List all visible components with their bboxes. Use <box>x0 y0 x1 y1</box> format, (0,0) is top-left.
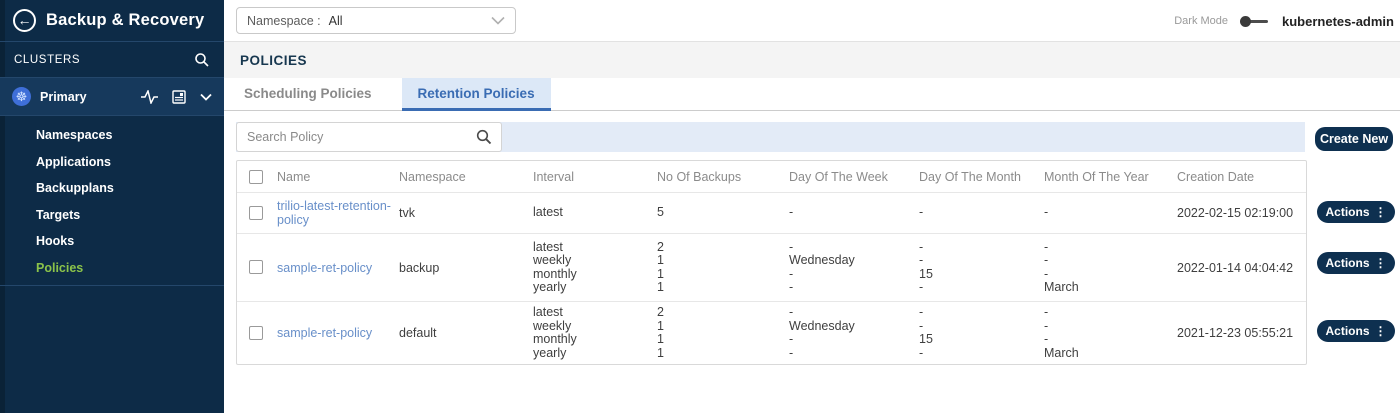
search-icon[interactable] <box>476 129 492 145</box>
sidebar-nav: Namespaces Applications Backupplans Targ… <box>0 122 224 281</box>
namespace-chevron-down-icon <box>491 16 505 25</box>
kebab-menu-icon: ⋮ <box>1375 324 1387 338</box>
search-band <box>236 122 1305 152</box>
cluster-search-icon[interactable] <box>194 52 210 68</box>
actions-button-label: Actions <box>1325 324 1369 338</box>
namespace-select-value: All <box>329 14 491 28</box>
main-area: Namespace : All Dark Mode kubernetes-adm… <box>224 0 1400 413</box>
table-row: sample-ret-policy default latest weekly … <box>237 301 1306 364</box>
cell-namespace: tvk <box>399 206 533 220</box>
activity-icon[interactable] <box>141 90 158 104</box>
report-icon[interactable] <box>172 90 186 104</box>
clusters-section-header: CLUSTERS <box>0 42 224 78</box>
col-header-interval: Interval <box>533 170 657 184</box>
toggle-knob <box>1240 16 1251 27</box>
clusters-label: CLUSTERS <box>14 54 194 66</box>
sidebar-divider <box>0 285 224 286</box>
cell-namespace: backup <box>399 261 533 275</box>
table-row: trilio-latest-retention-policy tvk lates… <box>237 192 1306 233</box>
namespace-select[interactable]: Namespace : All <box>236 7 516 34</box>
cell-no-of-backups: 2 1 1 1 <box>657 306 789 360</box>
kebab-menu-icon: ⋮ <box>1375 256 1387 270</box>
sidebar: ← Backup & Recovery CLUSTERS ☸ Primary <box>0 0 224 413</box>
actions-button-label: Actions <box>1325 256 1369 270</box>
cell-no-of-backups: 5 <box>657 206 789 220</box>
cell-day-of-week: - Wednesday - - <box>789 306 919 360</box>
topbar-right: Dark Mode kubernetes-admin <box>1174 0 1394 42</box>
table-header-row: Name Namespace Interval No Of Backups Da… <box>237 161 1306 192</box>
table-row: sample-ret-policy backup latest weekly m… <box>237 233 1306 301</box>
page-title: POLICIES <box>240 53 307 68</box>
dark-mode-toggle[interactable] <box>1240 15 1270 27</box>
tab-scheduling-policies[interactable]: Scheduling Policies <box>228 78 388 111</box>
namespace-select-label: Namespace : <box>247 14 321 28</box>
actions-button-label: Actions <box>1325 205 1369 219</box>
cell-creation-date: 2022-02-15 02:19:00 <box>1177 206 1306 220</box>
sidebar-item-namespaces[interactable]: Namespaces <box>0 122 224 149</box>
cluster-name: Primary <box>40 90 141 104</box>
sidebar-item-policies[interactable]: Policies <box>0 255 224 282</box>
policy-name-link[interactable]: sample-ret-policy <box>277 326 399 340</box>
user-name: kubernetes-admin <box>1282 14 1394 29</box>
cell-month-of-year: - - - March <box>1044 241 1177 295</box>
col-header-month-of-year: Month Of The Year <box>1044 170 1177 184</box>
cell-day-of-week: - Wednesday - - <box>789 241 919 295</box>
cell-day-of-week: - <box>789 206 919 220</box>
cell-month-of-year: - - - March <box>1044 306 1177 360</box>
sidebar-item-targets[interactable]: Targets <box>0 202 224 229</box>
app-title: Backup & Recovery <box>46 11 204 30</box>
cell-day-of-month: - - 15 - <box>919 241 1044 295</box>
sidebar-item-applications[interactable]: Applications <box>0 149 224 176</box>
search-wrap <box>236 122 502 152</box>
cell-creation-date: 2022-01-14 04:04:42 <box>1177 261 1306 275</box>
row-checkbox[interactable] <box>249 326 263 340</box>
col-header-namespace: Namespace <box>399 170 533 184</box>
cluster-chevron-down-icon[interactable] <box>200 93 212 101</box>
col-header-backups: No Of Backups <box>657 170 789 184</box>
sidebar-item-backupplans[interactable]: Backupplans <box>0 175 224 202</box>
policy-name-link[interactable]: trilio-latest-retention-policy <box>277 199 399 227</box>
policies-table: Name Namespace Interval No Of Backups Da… <box>236 160 1307 365</box>
actions-button[interactable]: Actions ⋮ <box>1317 252 1395 274</box>
cell-creation-date: 2021-12-23 05:55:21 <box>1177 326 1306 340</box>
back-icon[interactable]: ← <box>13 9 36 32</box>
page-title-band: POLICIES <box>224 42 1400 78</box>
row-checkbox[interactable] <box>249 206 263 220</box>
topbar: Namespace : All Dark Mode kubernetes-adm… <box>224 0 1400 42</box>
actions-button[interactable]: Actions ⋮ <box>1317 320 1395 342</box>
sidebar-item-hooks[interactable]: Hooks <box>0 228 224 255</box>
cell-interval: latest <box>533 206 657 220</box>
cell-no-of-backups: 2 1 1 1 <box>657 241 789 295</box>
col-header-name: Name <box>277 170 399 184</box>
tabs-row: Scheduling Policies Retention Policies <box>224 78 1400 111</box>
tab-retention-policies[interactable]: Retention Policies <box>402 78 551 111</box>
backup-recovery-app: ← Backup & Recovery CLUSTERS ☸ Primary <box>0 0 1400 413</box>
cell-interval: latest weekly monthly yearly <box>533 241 657 295</box>
dark-mode-label: Dark Mode <box>1174 15 1228 27</box>
row-checkbox[interactable] <box>249 260 263 274</box>
col-header-day-of-week: Day Of The Week <box>789 170 919 184</box>
cluster-row-primary[interactable]: ☸ Primary <box>0 78 224 116</box>
cell-month-of-year: - <box>1044 206 1177 220</box>
select-all-checkbox[interactable] <box>249 170 263 184</box>
sidebar-header: ← Backup & Recovery <box>0 0 224 42</box>
search-input[interactable] <box>236 122 502 152</box>
cell-interval: latest weekly monthly yearly <box>533 306 657 360</box>
actions-button[interactable]: Actions ⋮ <box>1317 201 1395 223</box>
create-new-button[interactable]: Create New <box>1315 127 1393 151</box>
cell-day-of-month: - - 15 - <box>919 306 1044 360</box>
kebab-menu-icon: ⋮ <box>1375 205 1387 219</box>
col-header-day-of-month: Day Of The Month <box>919 170 1044 184</box>
kubernetes-icon: ☸ <box>12 87 31 106</box>
col-header-creation-date: Creation Date <box>1177 170 1306 184</box>
cell-namespace: default <box>399 326 533 340</box>
cell-day-of-month: - <box>919 206 1044 220</box>
policy-name-link[interactable]: sample-ret-policy <box>277 261 399 275</box>
